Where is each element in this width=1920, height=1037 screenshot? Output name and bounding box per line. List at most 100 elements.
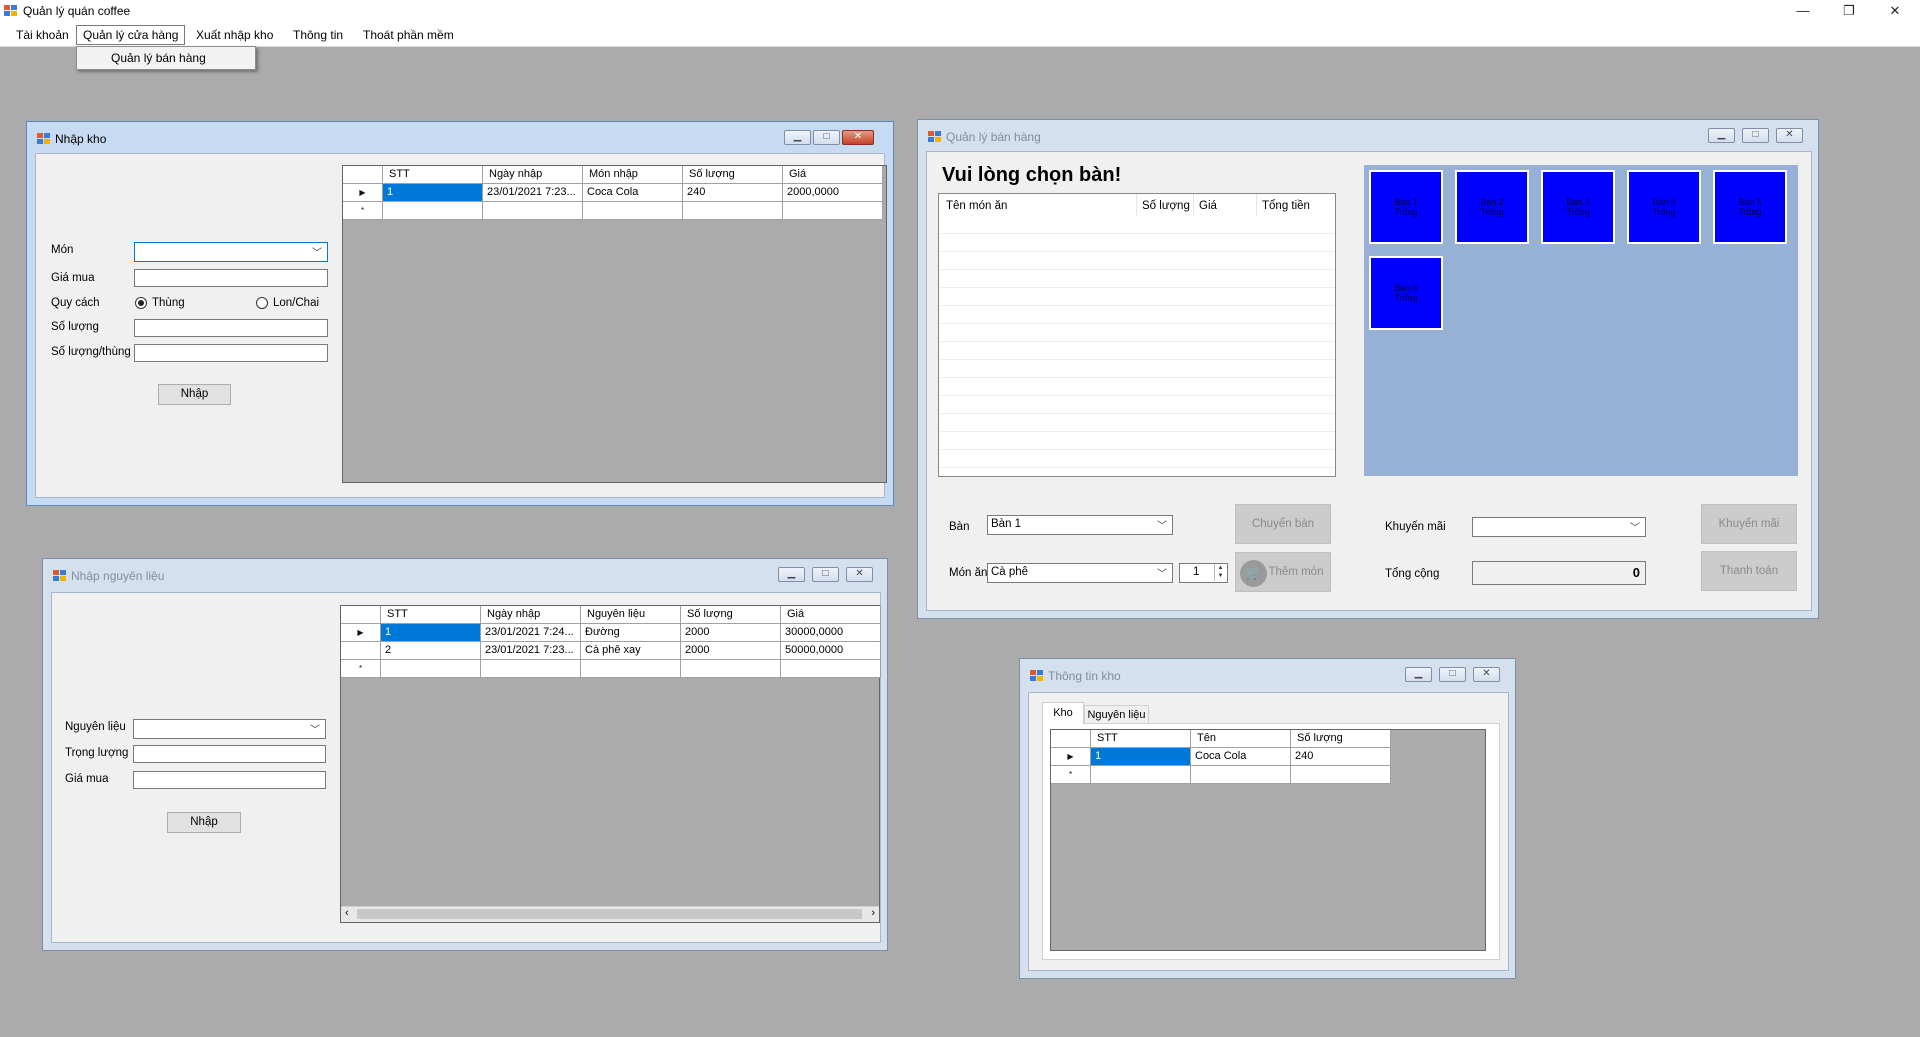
grid-cell[interactable]: 2000,0000 bbox=[783, 184, 883, 202]
khuyen-mai-button[interactable]: Khuyến mãi bbox=[1701, 504, 1797, 544]
grid-cell[interactable] bbox=[383, 202, 483, 220]
grid-cell[interactable] bbox=[381, 660, 481, 678]
grid-cell[interactable]: 2000 bbox=[681, 642, 781, 660]
row-header[interactable]: * bbox=[343, 202, 383, 220]
grid-cell[interactable]: 240 bbox=[683, 184, 783, 202]
grid-cell[interactable] bbox=[583, 202, 683, 220]
menu-xuat-nhap-kho[interactable]: Xuất nhập kho bbox=[189, 25, 280, 45]
grid-cell[interactable]: 2000 bbox=[681, 624, 781, 642]
tab-kho[interactable]: Kho bbox=[1042, 702, 1084, 724]
grid-cell[interactable]: 30000,0000 bbox=[781, 624, 881, 642]
menu-thoat-phan-mem[interactable]: Thoát phần mềm bbox=[356, 25, 461, 45]
row-header[interactable] bbox=[341, 642, 381, 660]
minimize-icon[interactable]: ▁ bbox=[784, 130, 811, 145]
table-button-6[interactable]: Bàn 6 Trống bbox=[1369, 256, 1443, 330]
row-header[interactable]: ▶ bbox=[343, 184, 383, 202]
table-button-4[interactable]: Bàn 4 Trống bbox=[1627, 170, 1701, 244]
radio-lon-chai[interactable] bbox=[256, 297, 268, 309]
grid-cell[interactable]: 1 bbox=[381, 624, 481, 642]
menu-item-quan-ly-ban-hang[interactable]: Quản lý bán hàng bbox=[111, 51, 206, 65]
grid-cell[interactable] bbox=[781, 660, 881, 678]
menu-quan-ly-cua-hang[interactable]: Quản lý cửa hàng bbox=[76, 25, 186, 45]
them-mon-button[interactable]: 🛒 Thêm món bbox=[1235, 552, 1331, 592]
close-icon[interactable]: ✕ bbox=[846, 567, 873, 582]
table-button-1[interactable]: Bàn 1 Trống bbox=[1369, 170, 1443, 244]
mon-an-combo[interactable]: Cà phê ﹀ bbox=[987, 563, 1173, 583]
menu-tai-khoan[interactable]: Tài khoản bbox=[9, 25, 76, 45]
order-list[interactable]: Tên món ăn Số lượng Giá Tổng tiền bbox=[938, 193, 1336, 477]
grid-cell[interactable] bbox=[483, 202, 583, 220]
grid-cell[interactable]: 1 bbox=[1091, 748, 1191, 766]
table-row[interactable]: ▶ 1 23/01/2021 7:24... Đường 2000 30000,0000 bbox=[341, 624, 881, 642]
nhap-nguyen-lieu-grid[interactable]: ‹ › STT Ngày nhập Nguyên liệu Số lượng Giá ▶ 1… bbox=[340, 605, 881, 923]
ban-combo[interactable]: Bàn 1 ﹀ bbox=[987, 515, 1173, 535]
table-row[interactable]: * bbox=[341, 660, 881, 678]
grid-cell[interactable]: 2 bbox=[381, 642, 481, 660]
row-header[interactable] bbox=[341, 606, 381, 624]
nhap-button[interactable]: Nhập bbox=[167, 812, 241, 833]
row-header[interactable] bbox=[1051, 730, 1091, 748]
grid-cell[interactable] bbox=[481, 660, 581, 678]
table-button-5[interactable]: Bàn 5 Trống bbox=[1713, 170, 1787, 244]
row-header[interactable] bbox=[343, 166, 383, 184]
so-luong-input[interactable] bbox=[134, 319, 328, 337]
maximize-icon[interactable]: □ bbox=[813, 130, 840, 145]
grid-cell[interactable]: Đường bbox=[581, 624, 681, 642]
grid-cell[interactable] bbox=[681, 660, 781, 678]
nhap-kho-grid[interactable]: STT Ngày nhập Món nhập Số lượng Giá ▶ 1 23/01/2… bbox=[342, 165, 887, 483]
minimize-icon[interactable]: ▁ bbox=[1708, 128, 1735, 143]
maximize-icon[interactable]: □ bbox=[1439, 667, 1466, 682]
scroll-left-icon[interactable]: ‹ bbox=[345, 907, 349, 919]
thanh-toan-button[interactable]: Thanh toán bbox=[1701, 551, 1797, 591]
grid-cell[interactable] bbox=[581, 660, 681, 678]
minimize-icon[interactable]: — bbox=[1780, 0, 1826, 23]
table-row[interactable]: ▶ 1 Coca Cola 240 bbox=[1051, 748, 1485, 766]
horizontal-scrollbar[interactable]: ‹ › bbox=[341, 906, 879, 922]
close-icon[interactable]: ✕ bbox=[1473, 667, 1500, 682]
row-header[interactable]: ▶ bbox=[341, 624, 381, 642]
grid-cell[interactable] bbox=[1091, 766, 1191, 784]
radio-thung[interactable] bbox=[135, 297, 147, 309]
grid-cell[interactable]: 23/01/2021 7:23... bbox=[483, 184, 583, 202]
table-row[interactable]: 2 23/01/2021 7:23... Cà phê xay 2000 50000,0… bbox=[341, 642, 881, 660]
table-row[interactable]: * bbox=[343, 202, 886, 220]
table-row[interactable]: ▶ 1 23/01/2021 7:23... Coca Cola 240 2000,000… bbox=[343, 184, 886, 202]
quantity-stepper[interactable]: 1 ▲ ▼ bbox=[1179, 563, 1228, 583]
table-button-3[interactable]: Bàn 3 Trống bbox=[1541, 170, 1615, 244]
kho-grid[interactable]: STT Tên Số lượng ▶ 1 Coca Cola 240 * bbox=[1050, 729, 1486, 951]
grid-cell[interactable] bbox=[1191, 766, 1291, 784]
grid-cell[interactable]: 240 bbox=[1291, 748, 1391, 766]
grid-cell[interactable]: Coca Cola bbox=[1191, 748, 1291, 766]
minimize-icon[interactable]: ▁ bbox=[778, 567, 805, 582]
mon-combo[interactable]: ﹀ bbox=[134, 242, 328, 262]
maximize-icon[interactable]: □ bbox=[812, 567, 839, 582]
menu-thong-tin[interactable]: Thông tin bbox=[286, 25, 350, 45]
maximize-icon[interactable]: □ bbox=[1742, 128, 1769, 143]
chuyen-ban-button[interactable]: Chuyển bàn bbox=[1235, 504, 1331, 544]
row-header[interactable]: * bbox=[341, 660, 381, 678]
grid-cell[interactable] bbox=[1291, 766, 1391, 784]
scroll-right-icon[interactable]: › bbox=[871, 907, 875, 919]
grid-cell[interactable]: 23/01/2021 7:23... bbox=[481, 642, 581, 660]
grid-cell[interactable] bbox=[783, 202, 883, 220]
grid-cell[interactable]: Coca Cola bbox=[583, 184, 683, 202]
grid-cell[interactable] bbox=[683, 202, 783, 220]
table-button-2[interactable]: Bàn 2 Trống bbox=[1455, 170, 1529, 244]
close-icon[interactable]: ✕ bbox=[1872, 0, 1918, 23]
nhap-button[interactable]: Nhập bbox=[158, 384, 231, 405]
row-header[interactable]: ▶ bbox=[1051, 748, 1091, 766]
close-icon[interactable]: ✕ bbox=[1776, 128, 1803, 143]
minimize-icon[interactable]: ▁ bbox=[1405, 667, 1432, 682]
gia-mua-input[interactable] bbox=[133, 771, 326, 789]
table-row[interactable]: * bbox=[1051, 766, 1485, 784]
row-header[interactable]: * bbox=[1051, 766, 1091, 784]
so-luong-thung-input[interactable] bbox=[134, 344, 328, 362]
grid-cell[interactable]: 23/01/2021 7:24... bbox=[481, 624, 581, 642]
grid-cell[interactable]: Cà phê xay bbox=[581, 642, 681, 660]
close-icon[interactable]: ✕ bbox=[842, 130, 874, 145]
restore-icon[interactable]: ❐ bbox=[1826, 0, 1872, 23]
nguyen-lieu-combo[interactable]: ﹀ bbox=[133, 719, 326, 739]
gia-mua-input[interactable] bbox=[134, 269, 328, 287]
tab-nguyen-lieu[interactable]: Nguyên liệu bbox=[1084, 705, 1149, 724]
grid-cell[interactable]: 50000,0000 bbox=[781, 642, 881, 660]
